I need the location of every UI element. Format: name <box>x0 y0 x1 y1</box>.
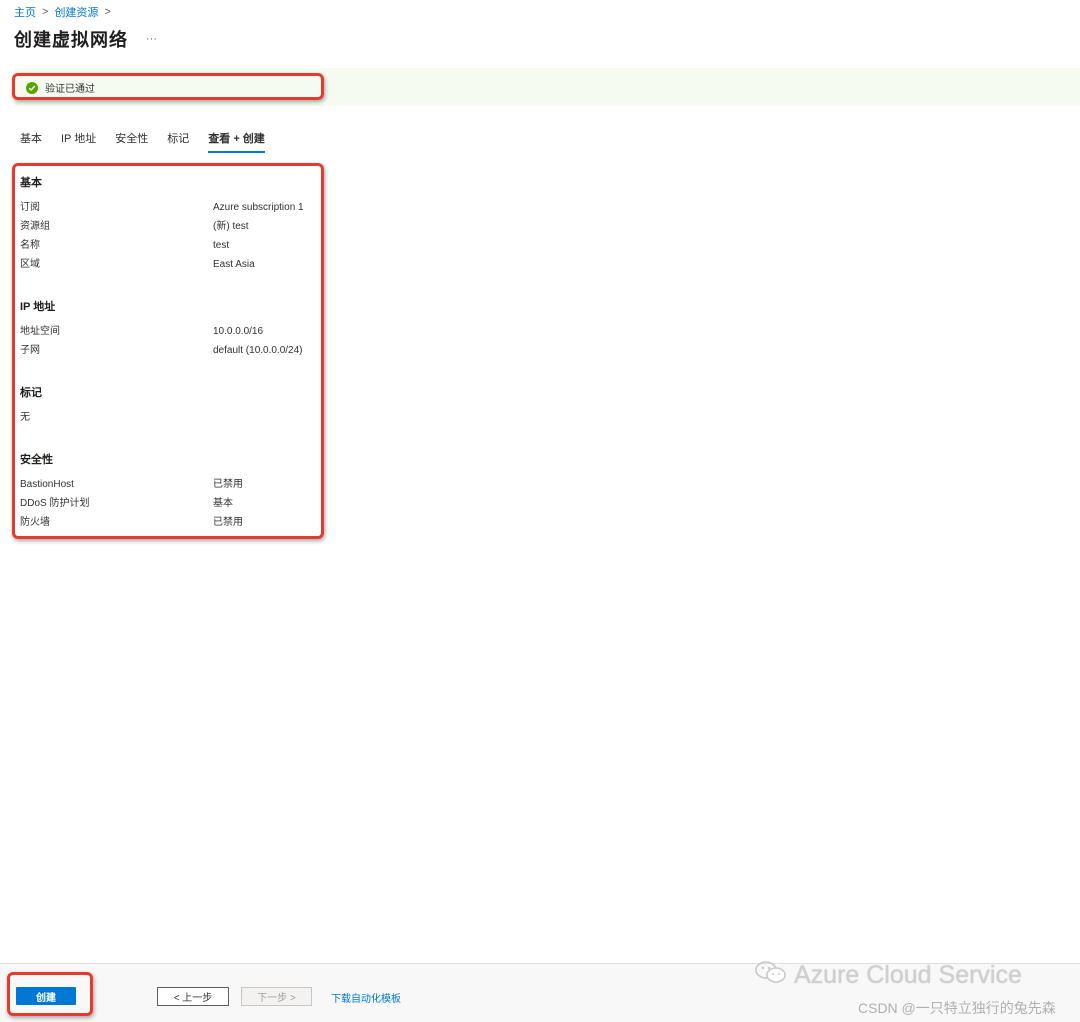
row-value: Azure subscription 1 <box>213 202 304 213</box>
breadcrumb-separator: > <box>104 6 111 18</box>
create-button[interactable]: 创建 <box>16 987 76 1005</box>
wizard-tabs: 基本 IP 地址 安全性 标记 查看 + 创建 <box>20 130 284 153</box>
download-template-link[interactable]: 下载自动化模板 <box>331 990 401 1005</box>
row-key: 资源组 <box>20 221 50 232</box>
section-title-tags: 标记 <box>20 387 42 399</box>
watermark-brand: Azure Cloud Service <box>754 960 1022 991</box>
review-summary: 基本 订阅 Azure subscription 1 资源组 (新) test 名称… <box>20 174 320 532</box>
breadcrumb: 主页 > 创建资源 > <box>14 4 117 20</box>
validation-status: 验证已通过 <box>26 80 95 95</box>
row-value: (新) test <box>213 221 249 232</box>
row-key: DDoS 防护计划 <box>20 498 90 509</box>
summary-row: 区域 East Asia <box>20 255 320 274</box>
row-value: test <box>213 240 230 251</box>
row-value: East Asia <box>213 259 255 270</box>
tab-review-create[interactable]: 查看 + 创建 <box>208 130 265 153</box>
row-key: 子网 <box>20 345 40 356</box>
row-key: BastionHost <box>20 479 74 490</box>
section-title-basics: 基本 <box>20 177 42 189</box>
tags-none-text: 无 <box>20 412 30 423</box>
row-value: 已禁用 <box>213 479 243 490</box>
more-options-button[interactable]: ··· <box>146 33 157 45</box>
breadcrumb-create-resource-link[interactable]: 创建资源 <box>54 4 98 20</box>
breadcrumb-separator: > <box>42 6 49 18</box>
validation-text: 验证已通过 <box>45 84 95 95</box>
section-title-ip: IP 地址 <box>20 301 56 313</box>
row-value: 基本 <box>213 498 233 509</box>
section-title-security: 安全性 <box>20 454 53 466</box>
row-key: 地址空间 <box>20 326 60 337</box>
row-value: 已禁用 <box>213 517 243 528</box>
watermark-brand-text: Azure Cloud Service <box>794 961 1022 989</box>
tab-security[interactable]: 安全性 <box>115 130 148 153</box>
row-value: 10.0.0.0/16 <box>213 326 264 337</box>
row-key: 区域 <box>20 259 40 270</box>
next-button[interactable]: 下一步 > <box>241 987 312 1006</box>
row-value: default (10.0.0.0/24) <box>213 345 303 356</box>
summary-row: 地址空间 10.0.0.0/16 <box>20 322 320 341</box>
tab-tags[interactable]: 标记 <box>167 130 189 153</box>
tab-ip-addresses[interactable]: IP 地址 <box>61 130 96 153</box>
breadcrumb-home-link[interactable]: 主页 <box>14 4 36 20</box>
tab-basics[interactable]: 基本 <box>20 130 42 153</box>
summary-row: 防火墙 已禁用 <box>20 513 320 532</box>
row-key: 订阅 <box>20 202 40 213</box>
summary-row: 资源组 (新) test <box>20 217 320 236</box>
wechat-icon <box>754 960 788 991</box>
watermark-csdn: CSDN @一只特立独行的兔先森 <box>858 1000 1056 1016</box>
previous-button[interactable]: < 上一步 <box>157 987 229 1006</box>
page-title: 创建虚拟网络 <box>14 30 128 50</box>
title-row: 创建虚拟网络 ··· <box>14 26 157 52</box>
summary-row: 子网 default (10.0.0.0/24) <box>20 341 320 360</box>
summary-row: 订阅 Azure subscription 1 <box>20 198 320 217</box>
success-check-icon <box>26 81 38 94</box>
row-key: 名称 <box>20 240 40 251</box>
validation-banner: 验证已通过 <box>14 68 1080 106</box>
summary-row: 名称 test <box>20 236 320 255</box>
summary-row: 无 <box>20 408 320 427</box>
row-key: 防火墙 <box>20 517 50 528</box>
summary-row: DDoS 防护计划 基本 <box>20 494 320 513</box>
summary-row: BastionHost 已禁用 <box>20 475 320 494</box>
